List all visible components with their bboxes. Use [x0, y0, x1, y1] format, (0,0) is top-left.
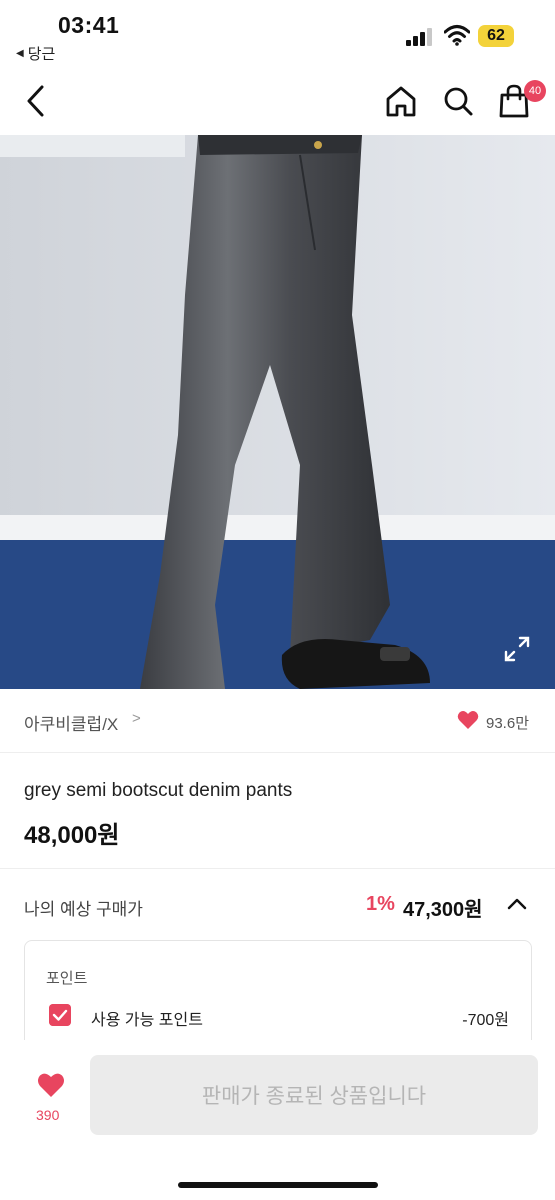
- brand-name[interactable]: 아쿠비클럽/X: [24, 710, 118, 735]
- home-icon[interactable]: [383, 82, 419, 120]
- battery-indicator: 62: [478, 25, 514, 47]
- chevron-right-icon: >: [132, 710, 141, 727]
- wifi-icon: [444, 25, 470, 46]
- product-image[interactable]: [0, 135, 555, 689]
- divider: [0, 868, 555, 869]
- search-icon[interactable]: [440, 82, 476, 120]
- bottom-action-bar: 390 판매가 종료된 상품입니다: [0, 1040, 555, 1200]
- points-label: 사용 가능 포인트: [91, 1012, 203, 1029]
- home-indicator: [178, 1182, 378, 1188]
- checkbox-checked-icon[interactable]: [49, 1004, 71, 1026]
- sold-out-button[interactable]: 판매가 종료된 상품입니다: [90, 1055, 538, 1135]
- product-price: 48,000원: [24, 822, 120, 849]
- estimate-price: 47,300원: [403, 899, 483, 921]
- status-time: 03:41: [58, 12, 120, 38]
- points-title: 포인트: [46, 970, 88, 987]
- back-app-label: 당근: [27, 46, 56, 63]
- brand-row[interactable]: 아쿠비클럽/X > 93.6만: [0, 690, 555, 753]
- estimate-discount: 1%: [366, 893, 395, 915]
- heart-icon: [457, 711, 479, 729]
- back-to-app-link[interactable]: ◀ 당근: [16, 43, 55, 64]
- cart-count-badge: 40: [524, 80, 546, 102]
- estimate-label: 나의 예상 구매가: [24, 900, 143, 919]
- denim-pants-photo: [0, 135, 555, 689]
- product-title: grey semi bootscut denim pants: [24, 780, 293, 801]
- expand-icon[interactable]: [502, 634, 532, 664]
- cellular-signal-icon: [406, 28, 432, 46]
- like-heart-icon[interactable]: [37, 1072, 65, 1098]
- points-panel: 포인트 사용 가능 포인트 -700원: [24, 940, 532, 1052]
- chevron-up-icon[interactable]: [505, 892, 529, 916]
- back-triangle-icon: ◀: [16, 48, 24, 59]
- brand-like-count: 93.6만: [486, 715, 529, 732]
- points-value: -700원: [462, 1012, 509, 1029]
- like-count: 390: [36, 1107, 60, 1123]
- back-arrow-icon[interactable]: [18, 82, 54, 120]
